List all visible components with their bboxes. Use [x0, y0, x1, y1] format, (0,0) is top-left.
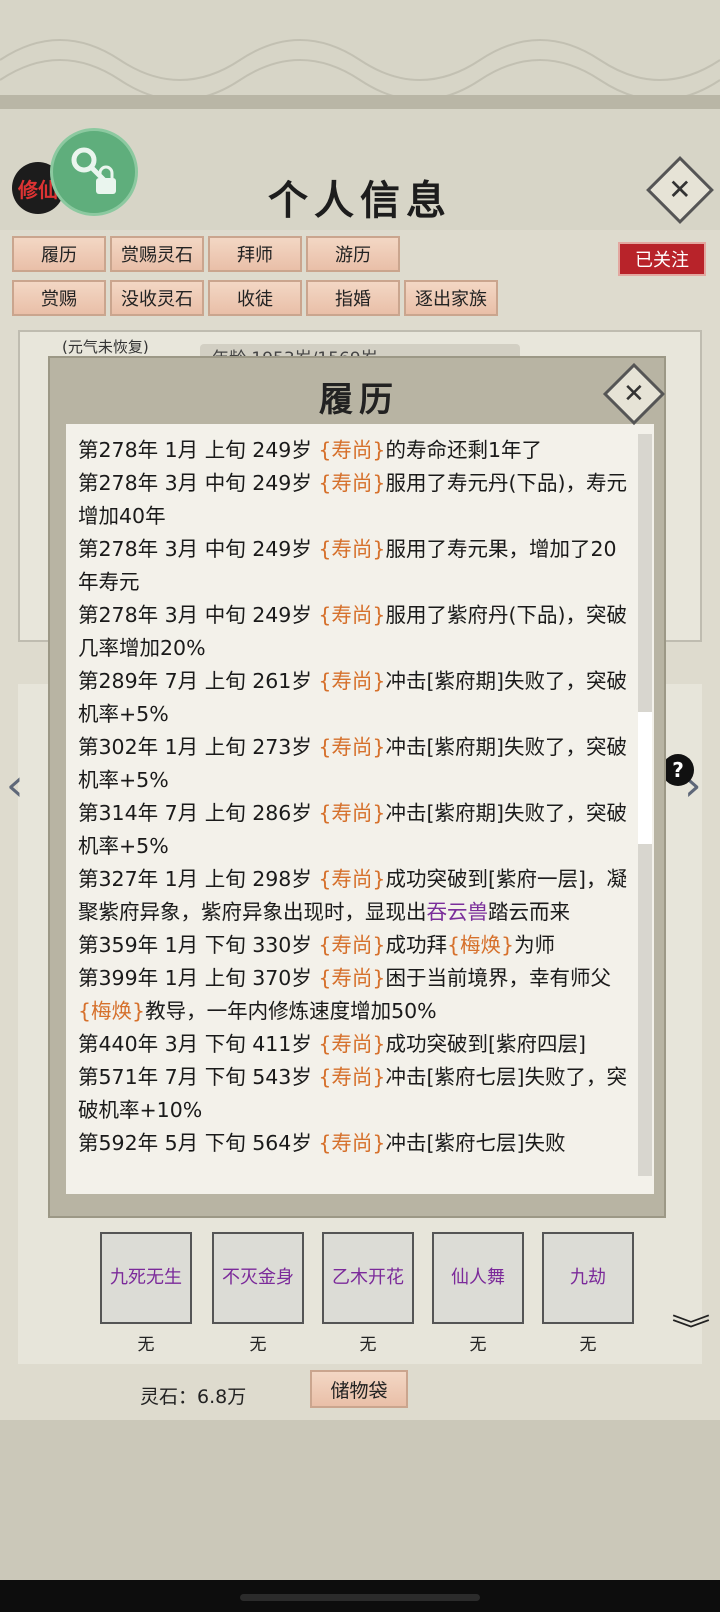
entry-text: 教导，一年内修炼速度增加50% — [145, 999, 437, 1023]
tab-history[interactable]: 履历 — [12, 236, 106, 272]
tab-travel[interactable]: 游历 — [306, 236, 400, 272]
tab-reward-stones[interactable]: 赏赐灵石 — [110, 236, 204, 272]
character-name: {寿尚} — [318, 735, 386, 759]
entry-text: 第399年 1月 上旬 370岁 — [78, 966, 319, 990]
skill-value: 无 — [579, 1335, 597, 1355]
cloud-pattern — [0, 39, 720, 100]
history-entry: 第314年 7月 上旬 286岁 {寿尚}冲击[紫府期]失败了，突破机率+5% — [78, 797, 628, 863]
skill-slot[interactable]: 不灭金身 — [212, 1232, 304, 1324]
home-indicator[interactable] — [240, 1594, 480, 1601]
character-name: {寿尚} — [318, 1065, 386, 1089]
skill-slot[interactable]: 九劫 — [542, 1232, 634, 1324]
entry-text: 踏云而来 — [488, 900, 570, 924]
character-name: {寿尚} — [318, 537, 386, 561]
entry-text: 第302年 1月 上旬 273岁 — [78, 735, 319, 759]
character-name: {寿尚} — [318, 1131, 386, 1155]
entry-text: 为师 — [514, 933, 556, 957]
entry-text: 第592年 5月 下旬 564岁 — [78, 1131, 319, 1155]
character-name: {寿尚} — [318, 1032, 386, 1056]
character-name: {梅焕} — [446, 933, 515, 957]
character-name: {寿尚} — [318, 471, 386, 495]
tab-apprentice-to[interactable]: 拜师 — [208, 236, 302, 272]
character-name: {寿尚} — [318, 867, 386, 891]
entry-text: 第571年 7月 下旬 543岁 — [78, 1065, 319, 1089]
history-entry: 第278年 3月 中旬 249岁 {寿尚}服用了紫府丹(下品)，突破几率增加20… — [78, 599, 628, 665]
history-entry: 第327年 1月 上旬 298岁 {寿尚}成功突破到[紫府一层]，凝聚紫府异象，… — [78, 863, 628, 929]
entry-text: 困于当前境界，幸有师父 — [385, 966, 611, 990]
expand-down-icon[interactable]: ︾ — [672, 1316, 711, 1346]
history-list: 第278年 1月 上旬 249岁 {寿尚}的寿命还剩1年了 第278年 3月 中旬… — [78, 434, 628, 1160]
skill-value: 无 — [249, 1335, 267, 1355]
help-icon[interactable]: ? — [662, 754, 694, 786]
entry-text: 成功突破到[紫府四层] — [385, 1032, 586, 1056]
tab-arrange-marriage[interactable]: 指婚 — [306, 280, 400, 316]
entry-text: 第440年 3月 下旬 411岁 — [78, 1032, 319, 1056]
storage-bag-button[interactable]: 储物袋 — [310, 1370, 408, 1408]
entry-text: 第289年 7月 上旬 261岁 — [78, 669, 319, 693]
tab-reward[interactable]: 赏赐 — [12, 280, 106, 316]
history-entry: 第278年 1月 上旬 249岁 {寿尚}的寿命还剩1年了 — [78, 434, 628, 467]
phenomenon-name: 吞云兽 — [426, 900, 489, 924]
skill-slot[interactable]: 乙木开花 — [322, 1232, 414, 1324]
tab-take-disciple[interactable]: 收徒 — [208, 280, 302, 316]
scrollbar-thumb[interactable] — [638, 712, 652, 844]
entry-text: 第278年 1月 上旬 249岁 — [78, 438, 319, 462]
history-entry: 第359年 1月 下旬 330岁 {寿尚}成功拜{梅焕}为师 — [78, 929, 628, 962]
tab-expel-family[interactable]: 逐出家族 — [404, 280, 498, 316]
history-entry: 第440年 3月 下旬 411岁 {寿尚}成功突破到[紫府四层] — [78, 1028, 628, 1061]
character-name: {寿尚} — [318, 669, 386, 693]
tab-confiscate-stones[interactable]: 没收灵石 — [110, 280, 204, 316]
spirit-stones-count: 灵石：6.8万 — [140, 1386, 247, 1408]
history-entry: 第278年 3月 中旬 249岁 {寿尚}服用了寿元果，增加了20年寿元 — [78, 533, 628, 599]
skill-slot[interactable]: 九死无生 — [100, 1232, 192, 1324]
close-icon: ✕ — [623, 378, 645, 409]
entry-text: 第278年 3月 中旬 249岁 — [78, 537, 319, 561]
history-entry: 第399年 1月 上旬 370岁 {寿尚}困于当前境界，幸有师父 {梅焕}教导，一… — [78, 962, 628, 1028]
character-name: {寿尚} — [318, 801, 386, 825]
skill-slot[interactable]: 仙人舞 — [432, 1232, 524, 1324]
follow-button[interactable]: 已关注 — [618, 242, 706, 276]
entry-text: 第314年 7月 上旬 286岁 — [78, 801, 319, 825]
key-lock-icon — [71, 147, 116, 194]
close-icon: ✕ — [668, 173, 692, 206]
prev-arrow-icon[interactable]: ‹ — [6, 764, 24, 808]
skill-value: 无 — [469, 1335, 487, 1355]
dialog-title: 履历 — [319, 380, 399, 420]
skill-value: 无 — [137, 1335, 155, 1355]
lock-button[interactable] — [50, 128, 138, 216]
character-name: {梅焕} — [78, 999, 146, 1023]
entry-text: 第278年 3月 中旬 249岁 — [78, 471, 319, 495]
history-dialog: 履历 第278年 1月 上旬 249岁 {寿尚}的寿命还剩1年了 第278年 3月… — [48, 356, 666, 1218]
torn-edge — [0, 95, 720, 109]
character-name: {寿尚} — [318, 966, 386, 990]
character-name: {寿尚} — [318, 933, 386, 957]
history-entry: 第278年 3月 中旬 249岁 {寿尚}服用了寿元丹(下品)，寿元增加40年 — [78, 467, 628, 533]
entry-text: 第327年 1月 上旬 298岁 — [78, 867, 319, 891]
character-name: {寿尚} — [318, 603, 386, 627]
history-log[interactable]: 第278年 1月 上旬 249岁 {寿尚}的寿命还剩1年了 第278年 3月 中旬… — [66, 424, 654, 1194]
character-name: {寿尚} — [318, 438, 386, 462]
skill-value: 无 — [359, 1335, 377, 1355]
entry-text: 冲击[紫府七层]失败 — [385, 1131, 566, 1155]
history-entry: 第571年 7月 下旬 543岁 {寿尚}冲击[紫府七层]失败了，突破机率+10… — [78, 1061, 628, 1127]
status-hint: (元气未恢复) — [58, 336, 153, 357]
entry-text: 的寿命还剩1年了 — [385, 438, 543, 462]
entry-text: 第278年 3月 中旬 249岁 — [78, 603, 319, 627]
entry-text: 成功拜 — [385, 933, 447, 957]
history-entry: 第289年 7月 上旬 261岁 {寿尚}冲击[紫府期]失败了，突破机率+5% — [78, 665, 628, 731]
entry-text: 第359年 1月 下旬 330岁 — [78, 933, 319, 957]
history-entry: 第302年 1月 上旬 273岁 {寿尚}冲击[紫府期]失败了，突破机率+5% — [78, 731, 628, 797]
history-entry: 第592年 5月 下旬 564岁 {寿尚}冲击[紫府七层]失败 — [78, 1127, 628, 1160]
